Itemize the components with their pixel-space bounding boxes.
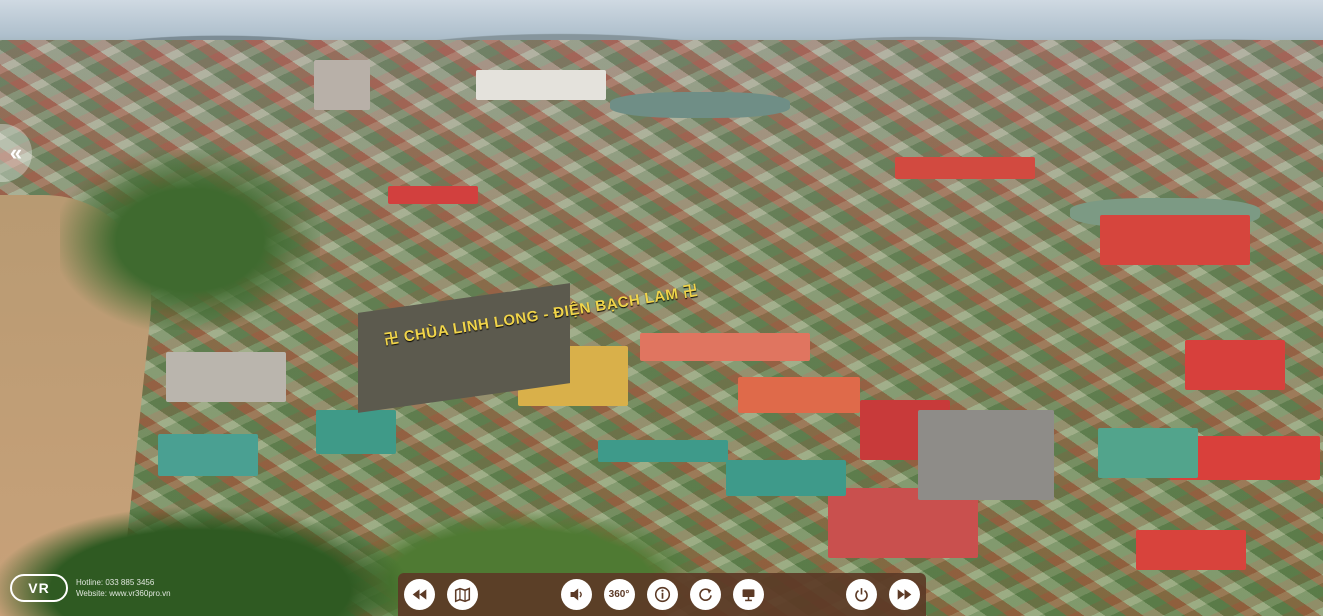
info-icon xyxy=(654,586,670,603)
tree-bank xyxy=(60,150,320,330)
teal-roof xyxy=(1098,428,1198,478)
teal-roof xyxy=(598,440,728,462)
double-chevron-left-icon: « xyxy=(9,140,23,165)
360-icon: 360° xyxy=(608,589,630,600)
teal-roof xyxy=(316,410,396,454)
map-icon xyxy=(454,587,471,603)
next-scene-button[interactable] xyxy=(889,579,920,610)
screen-button[interactable] xyxy=(732,579,764,610)
red-roof xyxy=(1185,340,1285,390)
contact-info: Hotline: 033 885 3456 Website: www.vr360… xyxy=(76,577,171,599)
white-building xyxy=(476,70,606,100)
map-button[interactable] xyxy=(447,579,478,610)
view-360-button[interactable]: 360° xyxy=(603,579,635,610)
autorotate-button[interactable] xyxy=(689,579,721,610)
white-building xyxy=(314,60,370,110)
hotline-text: Hotline: 033 885 3456 xyxy=(76,578,155,587)
lake xyxy=(610,92,790,118)
previous-scene-button[interactable] xyxy=(404,579,435,610)
vr360-logo[interactable]: VR xyxy=(10,574,68,602)
website-text: Website: www.vr360pro.vn xyxy=(76,589,171,598)
grey-building xyxy=(166,352,286,402)
logo-text: VR xyxy=(28,580,50,596)
red-roof xyxy=(738,377,860,413)
rotate-icon xyxy=(698,588,712,601)
power-button[interactable] xyxy=(846,579,877,610)
red-roof xyxy=(1100,215,1250,265)
branding: VR Hotline: 033 885 3456 Website: www.vr… xyxy=(10,574,171,602)
audio-button[interactable] xyxy=(560,579,592,610)
rewind-icon xyxy=(412,589,427,600)
info-button[interactable] xyxy=(646,579,678,610)
presentation-icon xyxy=(742,589,754,602)
power-icon xyxy=(855,588,868,602)
speaker-icon xyxy=(570,588,582,601)
panorama-view[interactable]: 卍 CHÙA LINH LONG - ĐIỆN BẠCH LAM 卍 xyxy=(0,0,1323,616)
red-roof xyxy=(640,333,810,361)
red-roof xyxy=(1136,530,1246,570)
viewer-toolbar: 360° xyxy=(398,573,926,616)
red-roof xyxy=(388,186,478,204)
fast-forward-icon xyxy=(897,589,912,600)
grey-building xyxy=(918,410,1054,500)
red-roof xyxy=(895,157,1035,179)
